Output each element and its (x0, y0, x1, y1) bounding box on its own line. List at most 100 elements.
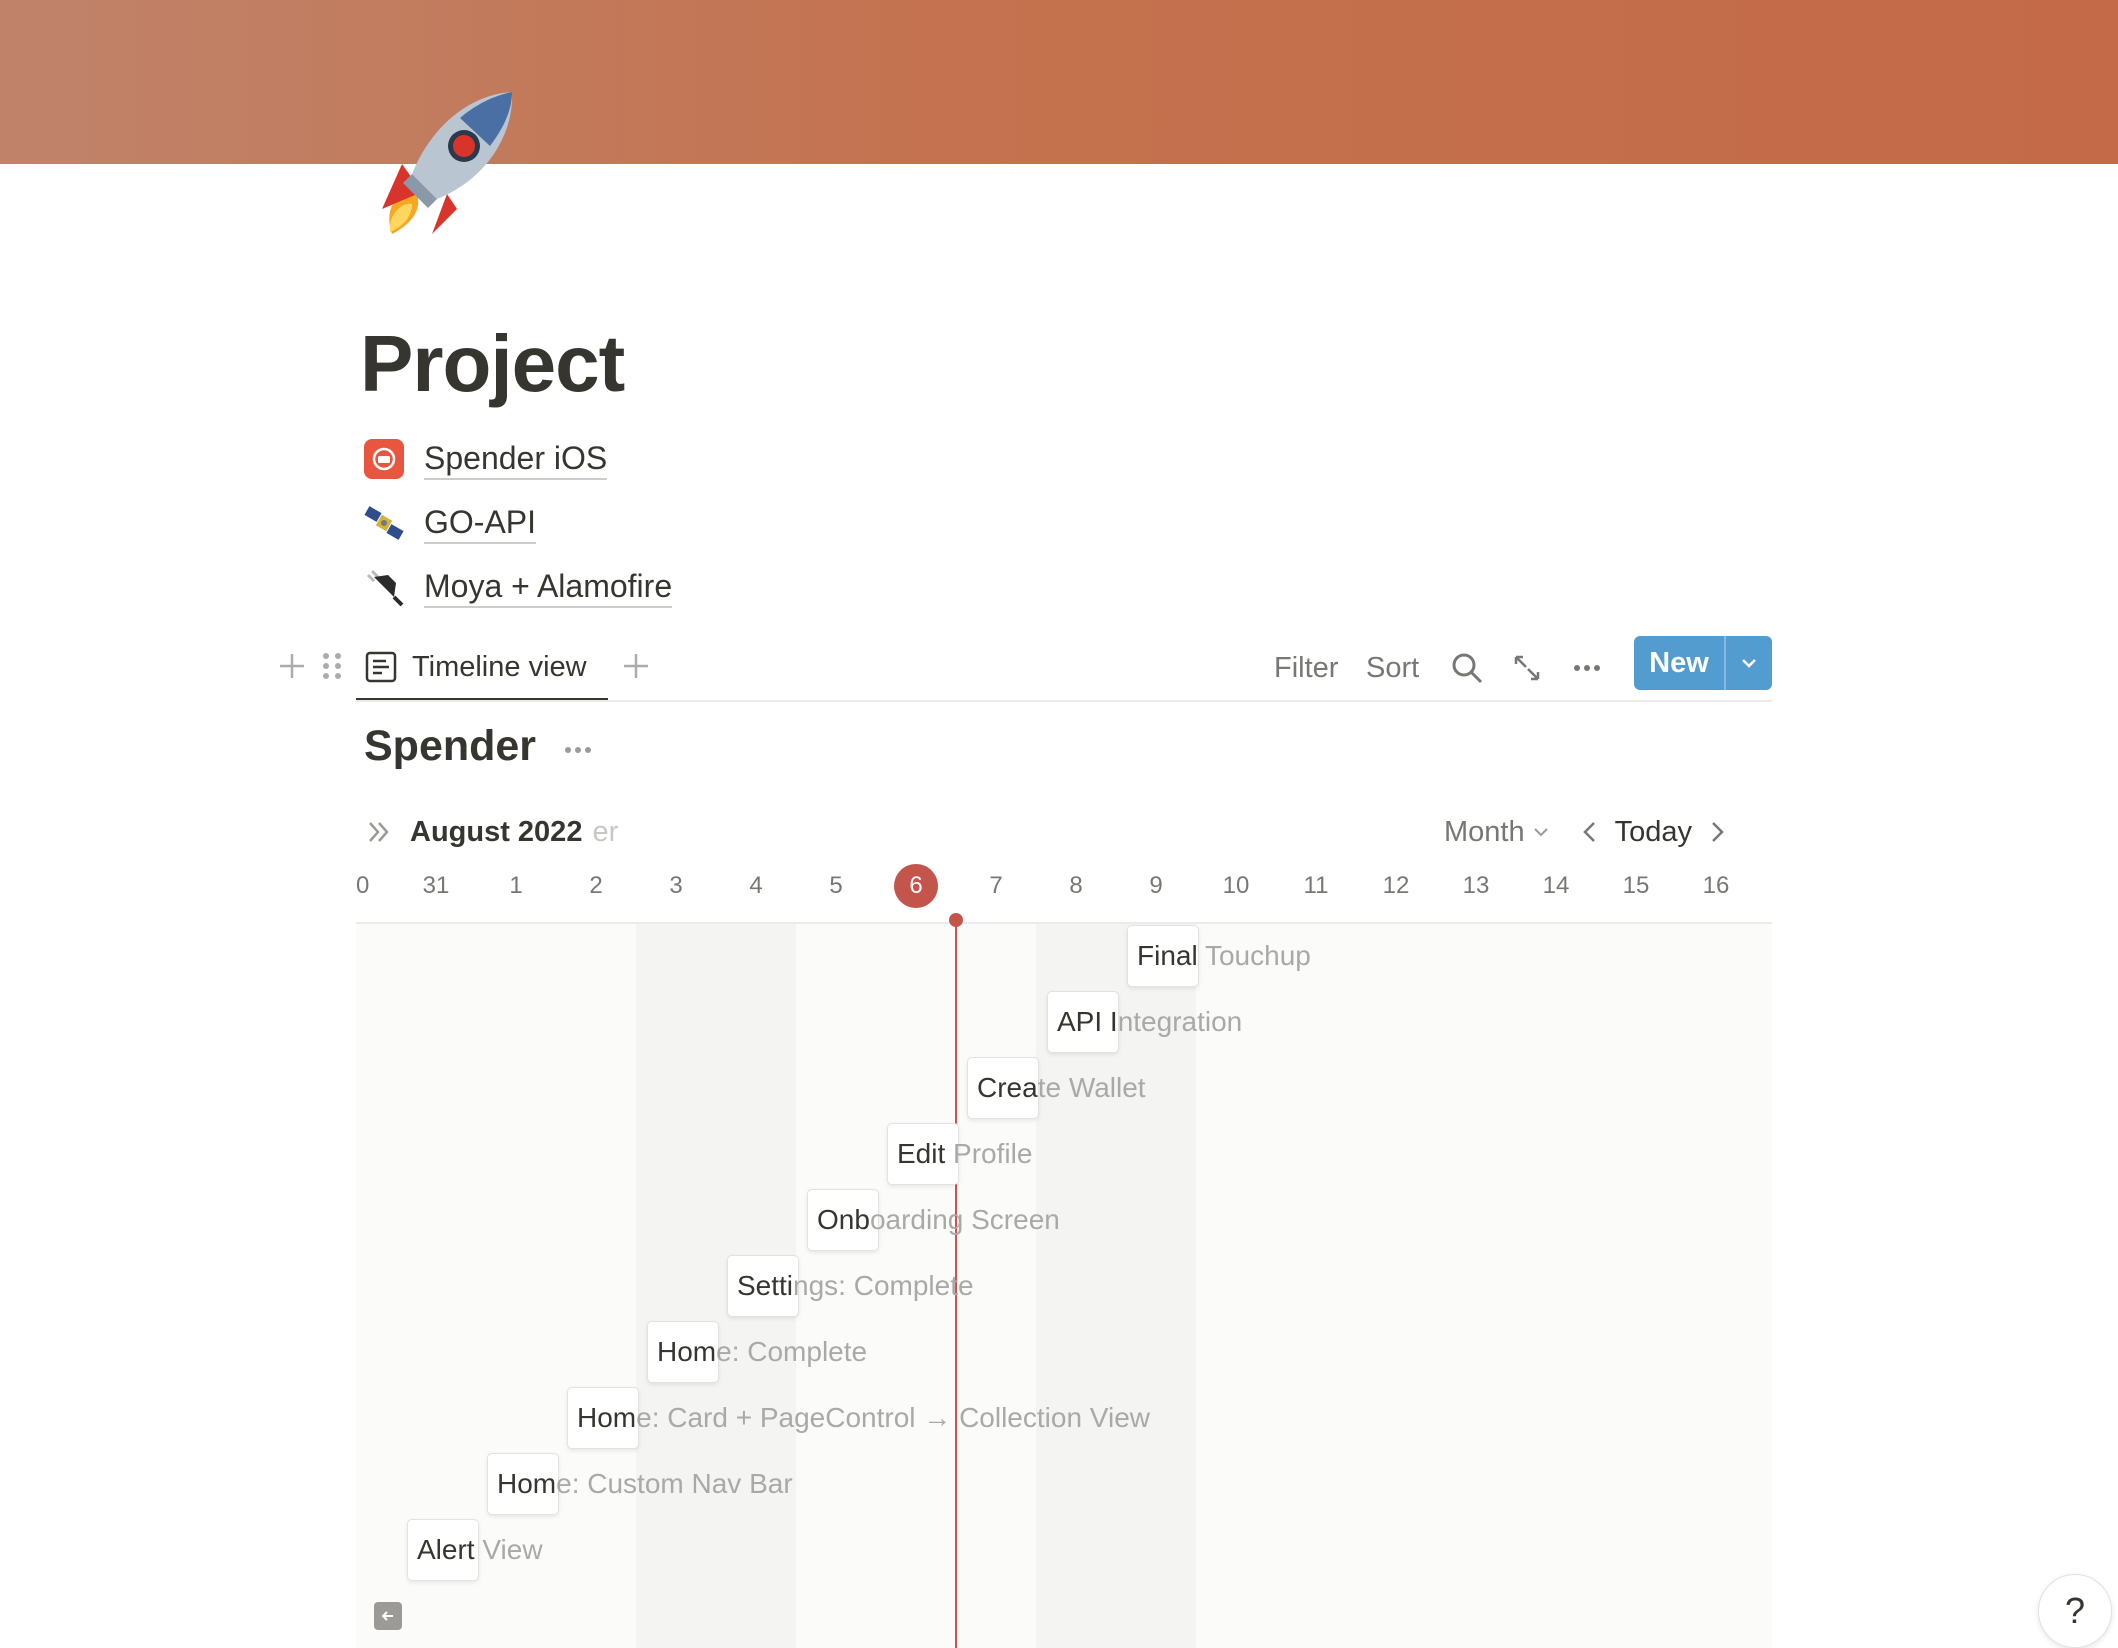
drag-handle-icon[interactable] (314, 646, 350, 686)
day-label: 13 (1462, 872, 1490, 899)
task-title: Onboarding Screen (807, 1204, 1060, 1236)
timeline-task[interactable]: Onboarding Screen (807, 1189, 1060, 1251)
task-title-overflow: e: Custom Nav Bar (556, 1468, 793, 1499)
day-label: 15 (1622, 872, 1650, 899)
task-title-overflow: te Wallet (1037, 1072, 1146, 1103)
day-label: 8 (1069, 872, 1083, 899)
task-title-overflow: ntegration (1117, 1006, 1243, 1037)
collapse-arrow-icon[interactable] (374, 1602, 402, 1630)
search-icon[interactable] (1450, 646, 1484, 690)
timeline-task[interactable]: Home: Complete (647, 1321, 867, 1383)
timeline-controls: Month Today (1444, 810, 1728, 854)
satellite-icon (362, 501, 406, 545)
spender-app-icon (362, 437, 406, 481)
day-label: 4 (749, 872, 763, 899)
timeline-doc-icon (364, 650, 398, 684)
task-title-visible: Onb (817, 1204, 870, 1235)
new-button-group: New (1634, 636, 1772, 690)
today-indicator-dot (949, 913, 963, 927)
link-spender-ios[interactable]: Spender iOS (362, 434, 608, 484)
tab-timeline-view[interactable]: Timeline view (356, 636, 608, 702)
timeline-task[interactable]: Settings: Complete (727, 1255, 974, 1317)
more-options-icon[interactable] (1570, 646, 1604, 690)
view-bar: Timeline view Filter Sort New (270, 636, 1772, 702)
timeline-task[interactable]: Final Touchup (1127, 925, 1311, 987)
database-title[interactable]: Spender (364, 722, 536, 771)
day-label: 2 (589, 872, 603, 899)
plug-icon (362, 565, 406, 609)
timeline-header: August 2022 er (364, 810, 618, 854)
timeline-day-row: 303112345678910111213141516 (356, 862, 1772, 910)
timeline-task[interactable]: Edit Profile (887, 1123, 1032, 1185)
task-title: Home: Custom Nav Bar (487, 1468, 793, 1500)
timeline-month-label: August 2022 (410, 815, 583, 848)
timeline-task[interactable]: Home: Card + PageControl → Collection Vi… (567, 1387, 1150, 1449)
timeline-task[interactable]: Create Wallet (967, 1057, 1146, 1119)
task-title-overflow: e: Complete (716, 1336, 868, 1367)
task-title-overflow: Touchup (1197, 940, 1311, 971)
database-more-icon[interactable] (560, 732, 596, 768)
task-title-visible: Edit (897, 1138, 946, 1169)
timeline-task[interactable]: Home: Custom Nav Bar (487, 1453, 793, 1515)
day-label: 3 (669, 872, 683, 899)
day-label: 9 (1149, 872, 1163, 899)
page-root: Project Spender iOS GO-API Moya + Alamof… (0, 0, 2118, 1648)
task-title: Settings: Complete (727, 1270, 974, 1302)
task-title: Home: Complete (647, 1336, 867, 1368)
link-go-api[interactable]: GO-API (362, 498, 537, 548)
expand-sidebar-icon[interactable] (364, 817, 394, 847)
previous-arrow-icon[interactable] (1579, 819, 1601, 845)
rocket-icon[interactable] (362, 84, 522, 244)
link-label[interactable]: GO-API (424, 502, 537, 544)
task-title-visible: Hom (577, 1402, 637, 1433)
add-view-icon[interactable] (618, 646, 654, 686)
task-title-visible: Setti (737, 1270, 794, 1301)
task-title-visible: Final (1137, 940, 1198, 971)
task-title-overflow: e: Card + PageControl → Collection View (636, 1402, 1150, 1433)
day-label: 7 (989, 872, 1003, 899)
task-title: Final Touchup (1127, 940, 1311, 972)
new-button[interactable]: New (1634, 636, 1724, 690)
task-title-visible: Hom (657, 1336, 717, 1367)
day-label: 16 (1702, 872, 1730, 899)
task-title-visible: Crea (977, 1072, 1038, 1103)
task-title-overflow: oarding Screen (869, 1204, 1060, 1235)
day-label: 14 (1542, 872, 1570, 899)
day-label: 30 (356, 872, 370, 899)
chevron-down-icon[interactable] (1726, 636, 1772, 690)
view-bar-divider (356, 700, 1772, 702)
day-label: 1 (509, 872, 523, 899)
day-label: 10 (1222, 872, 1250, 899)
task-title: Alert View (407, 1534, 543, 1566)
task-title: Edit Profile (887, 1138, 1032, 1170)
task-title: API Integration (1047, 1006, 1242, 1038)
scale-select[interactable]: Month (1444, 816, 1525, 849)
expand-icon[interactable] (1510, 646, 1544, 690)
page-cover[interactable] (0, 0, 2118, 164)
link-label[interactable]: Moya + Alamofire (424, 566, 673, 608)
today-button[interactable]: Today (1615, 816, 1692, 849)
task-title: Create Wallet (967, 1072, 1146, 1104)
task-title-overflow: ngs: Complete (793, 1270, 974, 1301)
link-label[interactable]: Spender iOS (424, 438, 608, 480)
add-block-icon[interactable] (274, 646, 310, 686)
day-label: 31 (422, 872, 450, 899)
day-label: 12 (1382, 872, 1410, 899)
tab-label: Timeline view (412, 650, 587, 683)
next-arrow-icon[interactable] (1706, 819, 1728, 845)
filter-button[interactable]: Filter (1274, 646, 1338, 690)
task-title-visible: API I (1057, 1006, 1118, 1037)
help-button[interactable]: ? (2038, 1574, 2112, 1648)
day-label: 5 (829, 872, 843, 899)
link-moya-alamofire[interactable]: Moya + Alamofire (362, 562, 673, 612)
timeline-task[interactable]: Alert View (407, 1519, 543, 1581)
timeline-ghost-label: er (592, 815, 619, 848)
task-title: Home: Card + PageControl → Collection Vi… (567, 1402, 1150, 1434)
page-title[interactable]: Project (360, 318, 625, 410)
chevron-down-icon[interactable] (1531, 822, 1551, 842)
task-title-visible: Hom (497, 1468, 557, 1499)
task-title-overflow: Profile (945, 1138, 1033, 1169)
day-label: 11 (1303, 872, 1329, 899)
sort-button[interactable]: Sort (1366, 646, 1419, 690)
timeline-task[interactable]: API Integration (1047, 991, 1242, 1053)
